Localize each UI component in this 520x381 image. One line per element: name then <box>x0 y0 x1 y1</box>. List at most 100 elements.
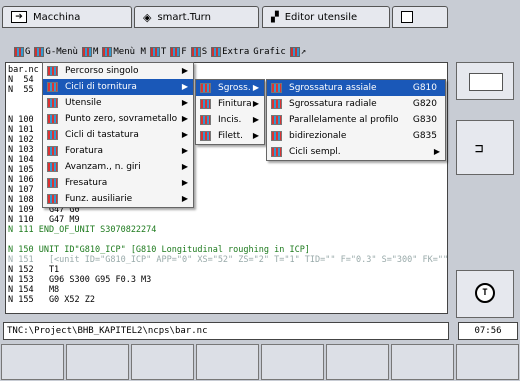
cycle-icon <box>47 66 58 76</box>
code-line[interactable]: N 154 M8 <box>8 285 59 295</box>
softkey-3[interactable] <box>131 344 194 380</box>
code-line[interactable]: N 105 <box>8 165 34 175</box>
cycle-icon <box>200 83 211 93</box>
menu-item[interactable]: Cicli di tastatura ▶ <box>43 127 193 143</box>
code-line[interactable]: N 107 <box>8 185 34 195</box>
softkey-7[interactable] <box>391 344 454 380</box>
menu-item[interactable]: Foratura ▶ <box>43 143 193 159</box>
menu-item[interactable]: Utensile ▶ <box>43 95 193 111</box>
menu-item-label: Utensile <box>65 98 102 108</box>
toolbar-expand[interactable]: ↗ <box>289 43 306 61</box>
cycle-icon <box>271 83 282 93</box>
code-line[interactable]: N 104 <box>8 155 34 165</box>
menu-item[interactable]: Finitura ▶ <box>196 96 264 112</box>
g-code-label: G830 <box>412 115 437 125</box>
code-line[interactable]: N 111 END_OF_UNIT S3070822274 <box>8 225 156 235</box>
code-line[interactable]: N 102 <box>8 135 34 145</box>
menu-item[interactable]: Sgrossatura radiale G820 <box>267 96 445 112</box>
tab-label: smart.Turn <box>157 11 211 23</box>
roughing-submenu: Sgrossatura assiale G810 Sgrossatura radia… <box>266 79 446 161</box>
cycle-icon <box>271 99 282 109</box>
diamond-arrows-icon: ◈ <box>143 10 152 24</box>
machine-arrow-icon: ➔ <box>11 11 27 23</box>
code-line[interactable]: N 55 <box>8 85 34 95</box>
side-panel-graphic[interactable] <box>456 62 514 100</box>
g-code-label: G820 <box>412 99 437 109</box>
softkey-bar <box>0 343 520 381</box>
menu-item[interactable]: Cicli sempl. ▶ <box>267 144 445 160</box>
cycle-icon <box>47 82 58 92</box>
cycle-icon <box>47 194 58 204</box>
toolbar-f[interactable]: F <box>170 43 187 61</box>
menu-item[interactable]: Avanzam., n. giri ▶ <box>43 159 193 175</box>
grid-icon <box>170 47 181 57</box>
code-line[interactable]: N 155 G0 X52 Z2 <box>8 295 95 305</box>
code-line[interactable]: bar.nc <box>8 65 39 75</box>
menu-item[interactable]: Punto zero, sovrametallo ▶ <box>43 111 193 127</box>
menu-item-label: Sgrossatura assiale <box>289 83 377 93</box>
grid-icon <box>211 47 222 57</box>
softkey-4[interactable] <box>196 344 259 380</box>
menu-item-label: Incis. <box>218 115 242 125</box>
toolbar-extra[interactable]: Extra <box>211 43 249 61</box>
side-panel-contour[interactable]: ⊐ <box>456 120 514 175</box>
menu-item[interactable]: Sgrossatura assiale G810 <box>267 80 445 96</box>
clock-display: 07:56 <box>458 322 518 340</box>
g-code-label: G810 <box>412 83 437 93</box>
submenu-arrow-icon: ▶ <box>252 83 259 92</box>
softkey-8[interactable] <box>456 344 519 380</box>
softkey-6[interactable] <box>326 344 389 380</box>
cycle-icon <box>200 99 211 109</box>
menu-item[interactable]: Cicli di tornitura ▶ <box>43 79 193 95</box>
code-line[interactable]: N 103 <box>8 145 34 155</box>
code-line[interactable]: N 150 UNIT ID"G810_ICP" [G810 Longitudin… <box>8 245 310 255</box>
toolbar-menu-m[interactable]: Menù M <box>102 43 146 61</box>
softkey-5[interactable] <box>261 344 324 380</box>
code-line[interactable]: N 106 <box>8 175 34 185</box>
code-line[interactable]: N 110 G47 M9 <box>8 215 80 225</box>
toolbar-grafic[interactable]: Grafic <box>253 43 286 61</box>
menu-item[interactable]: Fresatura ▶ <box>43 175 193 191</box>
menu-item[interactable]: Sgross. ▶ <box>196 80 264 96</box>
menu-item-label: Punto zero, sovrametallo <box>65 114 178 124</box>
softkey-2[interactable] <box>66 344 129 380</box>
toolbar-g-menu[interactable]: G-Menù <box>34 43 78 61</box>
menu-item-label: Sgross. <box>218 83 251 93</box>
menu-item[interactable]: Parallelamente al profilo G830 <box>267 112 445 128</box>
tab-smart-turn[interactable]: ◈ smart.Turn <box>134 6 259 28</box>
submenu-arrow-icon: ▶ <box>181 146 188 155</box>
toolbar-m[interactable]: M <box>81 43 98 61</box>
submenu-arrow-icon: ▶ <box>181 98 188 107</box>
toolbar-t[interactable]: T <box>149 43 166 61</box>
grid-icon <box>190 47 201 57</box>
toolbar-s[interactable]: S <box>190 43 207 61</box>
code-line[interactable]: N 54 <box>8 75 34 85</box>
cycle-icon <box>200 115 211 125</box>
code-line[interactable]: N 100 <box>8 115 34 125</box>
code-line[interactable]: N 108 <box>8 195 34 205</box>
submenu-arrow-icon: ▶ <box>252 99 259 108</box>
tab-save[interactable] <box>392 6 448 28</box>
menu-item-label: Cicli di tornitura <box>65 82 137 92</box>
tab-editor-utensile[interactable]: ▞ Editor utensile <box>262 6 390 28</box>
code-line[interactable]: N 152 T1 <box>8 265 59 275</box>
menu-item[interactable]: bidirezionale G835 <box>267 128 445 144</box>
submenu-arrow-icon: ▶ <box>252 115 259 124</box>
code-line[interactable]: N 153 G96 S300 G95 F0.3 M3 <box>8 275 151 285</box>
g-menu-dropdown: Percorso singolo ▶ Cicli di tornitura ▶ Uten… <box>42 62 194 208</box>
menu-item[interactable]: Percorso singolo ▶ <box>43 63 193 79</box>
tab-macchina[interactable]: ➔ Macchina <box>2 6 132 28</box>
grid-icon <box>14 47 24 57</box>
code-line[interactable]: N 101 <box>8 125 34 135</box>
code-line[interactable]: N 151 [<unit ID="G810_ICP" APP="0" XS="5… <box>8 255 447 265</box>
menu-item[interactable]: Filett. ▶ <box>196 128 264 144</box>
menu-item-label: Sgrossatura radiale <box>289 99 377 109</box>
menu-item[interactable]: Funz. ausiliarie ▶ <box>43 191 193 207</box>
menu-item[interactable]: Incis. ▶ <box>196 112 264 128</box>
grid-icon <box>81 47 92 57</box>
side-panel-tool[interactable]: T <box>456 270 514 318</box>
softkey-1[interactable] <box>1 344 64 380</box>
grid-icon <box>149 47 160 57</box>
toolbar-g[interactable]: G <box>14 43 30 61</box>
turning-cycles-submenu: Sgross. ▶ Finitura ▶ Incis. ▶ Filett. ▶ <box>195 79 265 145</box>
